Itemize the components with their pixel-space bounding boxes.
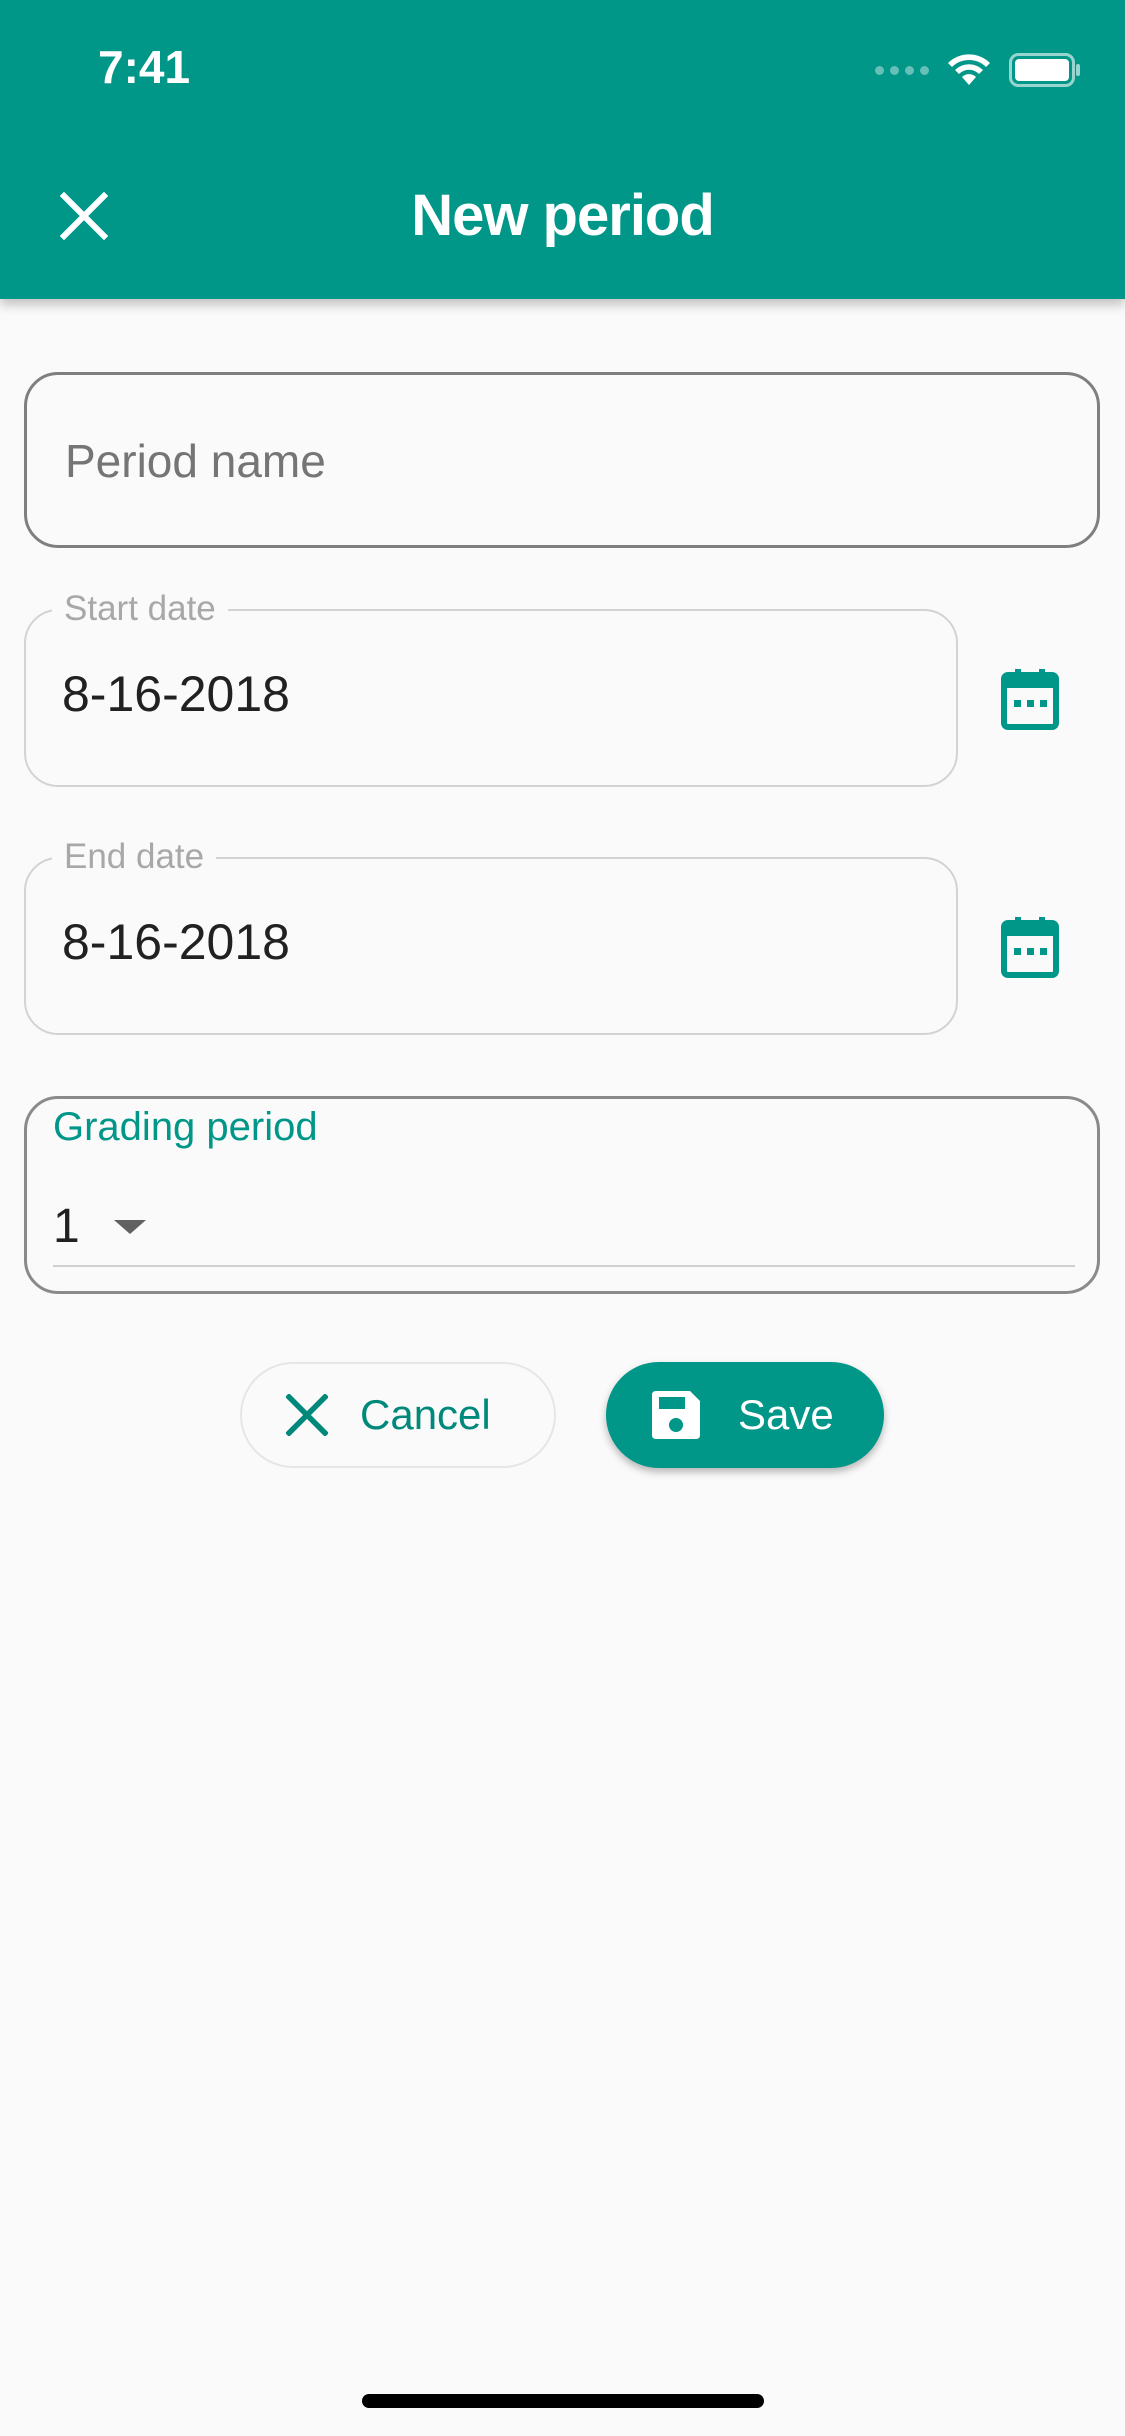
grading-period-dropdown[interactable]: 1	[53, 1189, 1075, 1267]
start-date-label: Start date	[52, 589, 228, 629]
grading-period-field: Grading period 1	[24, 1096, 1100, 1294]
period-name-field[interactable]	[24, 372, 1100, 548]
home-indicator[interactable]	[362, 2394, 764, 2408]
start-date-value: 8-16-2018	[62, 666, 290, 722]
close-icon	[286, 1394, 328, 1436]
dropdown-arrow-icon	[113, 1220, 146, 1234]
end-date-label: End date	[52, 837, 217, 877]
app-bar: 7:41 New period	[0, 0, 1125, 299]
page-title: New period	[411, 183, 715, 248]
calendar-icon	[1001, 669, 1059, 730]
cellular-signal-icon	[875, 65, 929, 75]
save-icon	[652, 1391, 700, 1439]
start-date-picker-button[interactable]	[988, 657, 1072, 741]
battery-icon	[1009, 53, 1080, 87]
wifi-icon	[948, 54, 990, 85]
period-name-input[interactable]	[63, 375, 1067, 547]
close-icon	[60, 192, 108, 240]
close-button[interactable]	[48, 180, 120, 252]
calendar-icon	[1001, 917, 1059, 978]
end-date-picker-button[interactable]	[988, 905, 1072, 989]
save-button[interactable]: Save	[606, 1362, 884, 1468]
status-icons	[875, 50, 1081, 90]
status-time: 7:41	[98, 41, 191, 93]
start-date-field[interactable]: Start date 8-16-2018	[24, 589, 958, 787]
end-date-field[interactable]: End date 8-16-2018	[24, 837, 958, 1035]
grading-period-label: Grading period	[53, 1105, 318, 1149]
cancel-label: Cancel	[360, 1391, 491, 1438]
new-period-screen: 7:41 New period Sta	[0, 0, 1125, 2436]
grading-period-value: 1	[53, 1200, 80, 1253]
save-label: Save	[738, 1391, 834, 1438]
cancel-button[interactable]: Cancel	[240, 1362, 556, 1468]
end-date-value: 8-16-2018	[62, 914, 290, 970]
